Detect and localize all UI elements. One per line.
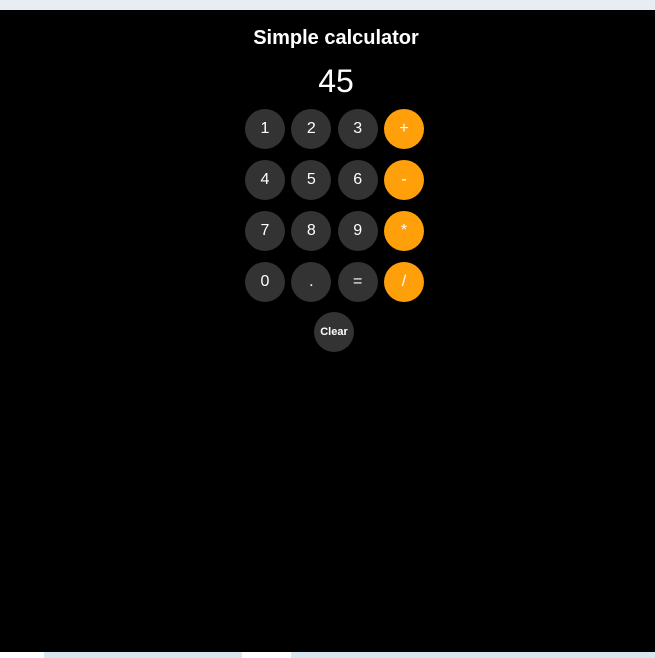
clear-button[interactable]: Clear [314, 312, 354, 352]
key-6[interactable]: 6 [337, 160, 378, 200]
key-1[interactable]: 1 [245, 109, 285, 149]
calculator-app: Simple calculator 45 1 2 3 + 4 5 6 - 7 8… [0, 10, 655, 652]
keypad: 1 2 3 + 4 5 6 - 7 8 9 * 0 . = / [245, 109, 425, 302]
bottom-strip-segment [44, 652, 242, 658]
key-7[interactable]: 7 [245, 211, 285, 251]
key-decimal[interactable]: . [291, 262, 332, 302]
key-equals[interactable]: = [337, 262, 378, 302]
key-plus[interactable]: + [383, 109, 424, 149]
key-3[interactable]: 3 [337, 109, 378, 149]
key-minus[interactable]: - [383, 160, 424, 200]
bottom-strip-segment [291, 652, 655, 658]
key-4[interactable]: 4 [245, 160, 285, 200]
key-5[interactable]: 5 [291, 160, 332, 200]
key-8[interactable]: 8 [291, 211, 332, 251]
browser-top-strip [0, 0, 655, 10]
browser-bottom-strip [0, 652, 655, 658]
key-divide[interactable]: / [383, 262, 424, 302]
key-2[interactable]: 2 [291, 109, 332, 149]
key-9[interactable]: 9 [337, 211, 378, 251]
key-multiply[interactable]: * [383, 211, 424, 251]
key-0[interactable]: 0 [245, 262, 285, 302]
calculator-display: 45 [318, 63, 354, 99]
page-title: Simple calculator [253, 27, 419, 49]
